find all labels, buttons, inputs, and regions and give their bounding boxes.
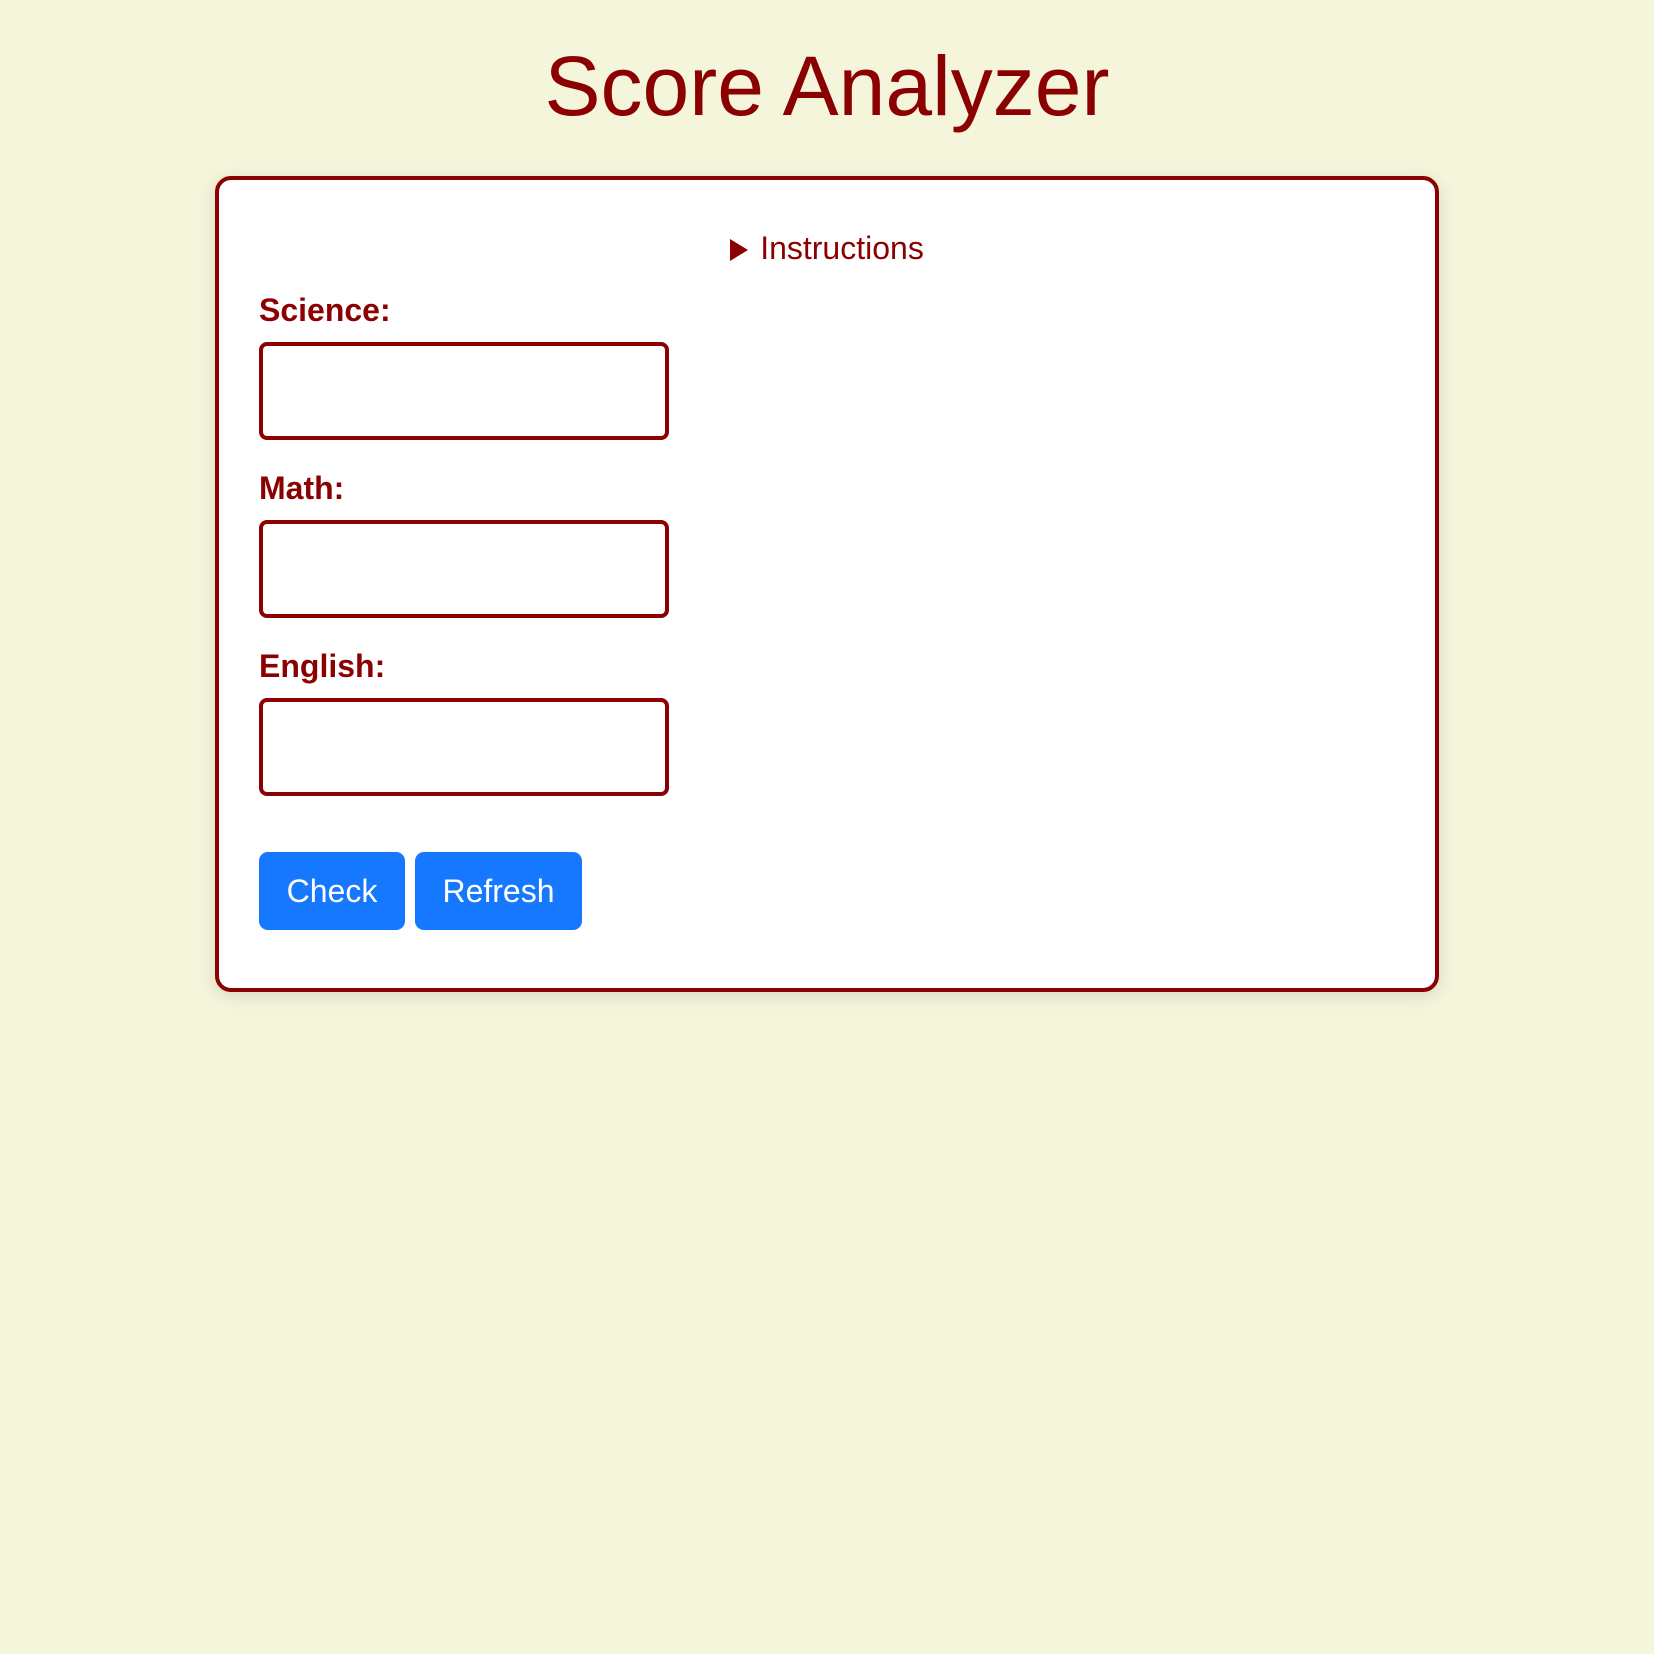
english-label: English: — [259, 648, 386, 684]
page-title: Score Analyzer — [544, 39, 1110, 133]
math-input[interactable] — [259, 520, 669, 618]
score-form-card: Instructions Science: Math: English: Che… — [215, 176, 1439, 992]
check-button[interactable]: Check — [259, 852, 405, 930]
instructions-label[interactable]: Instructions — [760, 230, 924, 266]
english-input[interactable] — [259, 698, 669, 796]
science-input[interactable] — [259, 342, 669, 440]
instructions-toggle[interactable]: Instructions — [219, 228, 1435, 268]
math-label: Math: — [259, 470, 345, 506]
science-label: Science: — [259, 292, 391, 328]
triangle-right-icon[interactable] — [730, 239, 749, 261]
refresh-button[interactable]: Refresh — [415, 852, 582, 930]
